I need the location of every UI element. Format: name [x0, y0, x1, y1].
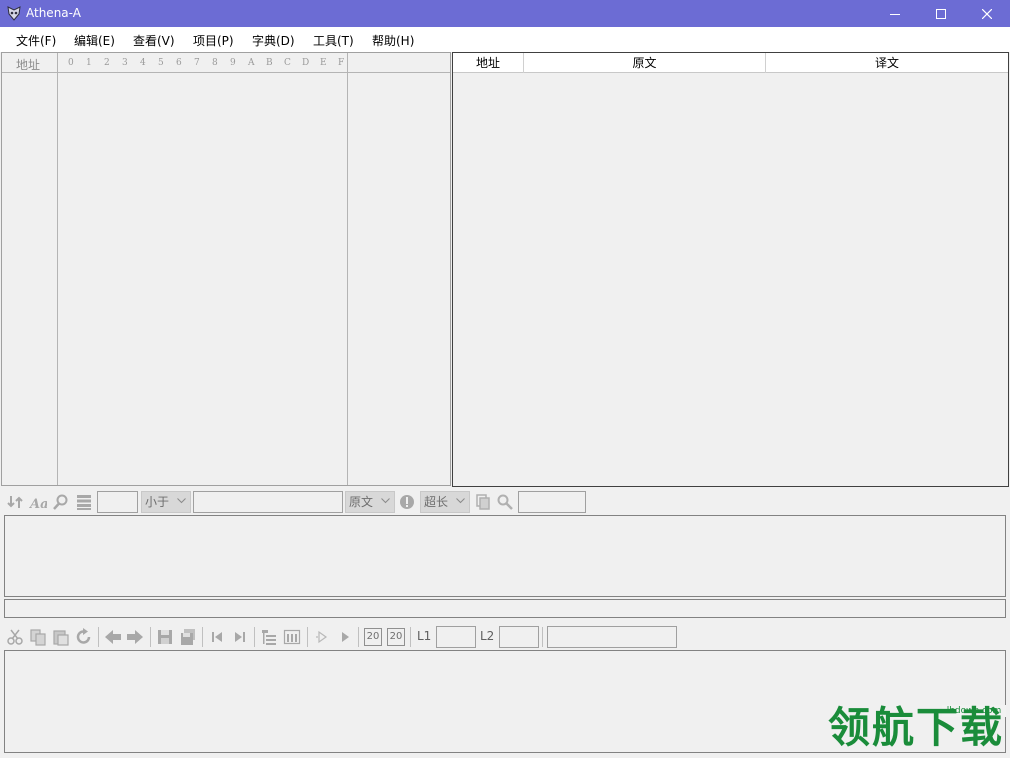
menu-dictionary[interactable]: 字典(D)	[252, 32, 295, 49]
play-icon[interactable]	[336, 628, 354, 646]
copy-icon[interactable]	[474, 493, 492, 511]
hex-digit: 1	[86, 58, 92, 68]
column-address[interactable]: 地址	[453, 53, 524, 73]
hex-digit: 7	[194, 58, 200, 68]
chevron-down-icon	[381, 498, 390, 504]
hex-header: 地址 0 1 2 3 4 5 6 7 8 9 A B C D E F	[2, 53, 450, 73]
last-icon[interactable]	[231, 628, 249, 646]
menu-file[interactable]: 文件(F)	[16, 32, 56, 49]
menu-help[interactable]: 帮助(H)	[372, 32, 414, 49]
compare-select[interactable]: 小于	[141, 491, 191, 513]
title-bar: Athena-A	[0, 0, 1010, 27]
toolbar-separator	[410, 627, 411, 647]
tree-icon[interactable]	[260, 628, 278, 646]
column-original[interactable]: 原文	[524, 53, 766, 73]
hex-digit: 5	[158, 58, 164, 68]
search-count-field[interactable]	[97, 491, 138, 513]
save-all-icon[interactable]	[179, 628, 197, 646]
l1-label: L1	[417, 629, 432, 643]
toolbar-separator	[358, 627, 359, 647]
font-icon[interactable]: Aa	[29, 493, 47, 511]
hex-digit: E	[320, 58, 327, 68]
hex-digit: F	[338, 58, 345, 68]
original-text-panel[interactable]	[4, 515, 1006, 597]
maximize-icon	[936, 8, 946, 19]
menu-edit[interactable]: 编辑(E)	[74, 32, 115, 49]
l2-label: L2	[480, 629, 495, 643]
format-button-a[interactable]: 20	[364, 628, 382, 646]
translation-table-header: 地址 原文 译文	[453, 53, 1008, 73]
hex-digit: C	[284, 58, 291, 68]
l1-field[interactable]	[436, 626, 476, 648]
hex-digit: 4	[140, 58, 146, 68]
search-icon[interactable]	[52, 493, 70, 511]
hex-digit: D	[302, 58, 310, 68]
hex-digit: 6	[176, 58, 182, 68]
play-outline-icon[interactable]	[313, 628, 331, 646]
toolbar-separator	[150, 627, 151, 647]
compare-select-value: 小于	[145, 495, 170, 509]
toolbar-separator	[98, 627, 99, 647]
minimize-button[interactable]	[872, 0, 918, 27]
toolbar-separator	[254, 627, 255, 647]
copy-icon[interactable]	[29, 628, 47, 646]
hex-view-pane[interactable]: 地址 0 1 2 3 4 5 6 7 8 9 A B C D E F	[1, 52, 451, 486]
columns-icon[interactable]	[283, 628, 301, 646]
chevron-down-icon	[177, 498, 186, 504]
close-icon	[982, 8, 992, 19]
chevron-down-icon	[456, 498, 465, 504]
arrow-right-icon[interactable]	[126, 628, 144, 646]
menu-project[interactable]: 项目(P)	[193, 32, 234, 49]
field-select-value: 原文	[349, 495, 374, 509]
hex-ascii-divider	[347, 53, 348, 485]
hex-digit: 9	[230, 58, 236, 68]
hex-digit: 8	[212, 58, 218, 68]
hex-digit: B	[266, 58, 273, 68]
status-field[interactable]	[547, 626, 677, 648]
paste-icon[interactable]	[52, 628, 70, 646]
close-button[interactable]	[964, 0, 1010, 27]
watermark-logo: 领航下载	[828, 703, 1005, 752]
field-select[interactable]: 原文	[345, 491, 395, 513]
svg-text:Aa: Aa	[29, 497, 47, 511]
original-info-bar	[4, 599, 1006, 618]
toolbar-separator	[202, 627, 203, 647]
hex-digit: 3	[122, 58, 128, 68]
first-icon[interactable]	[208, 628, 226, 646]
refresh-icon[interactable]	[6, 493, 24, 511]
menu-bar: 文件(F) 编辑(E) 查看(V) 项目(P) 字典(D) 工具(T) 帮助(H…	[0, 27, 1010, 52]
hex-address-header: 地址	[16, 58, 41, 72]
find-icon[interactable]	[496, 493, 514, 511]
hex-digit: 2	[104, 58, 110, 68]
toolbar-separator	[542, 627, 543, 647]
length-select[interactable]: 超长	[420, 491, 470, 513]
athena-app-icon	[7, 6, 21, 21]
translation-table-pane[interactable]: 地址 原文 译文	[452, 52, 1009, 487]
search-text-input[interactable]	[193, 491, 343, 513]
column-translation[interactable]: 译文	[766, 53, 1008, 73]
minimize-icon	[890, 13, 900, 15]
arrow-left-icon[interactable]	[104, 628, 122, 646]
hex-digit: A	[248, 58, 255, 68]
toolbar-separator	[307, 627, 308, 647]
list-icon[interactable]	[75, 493, 93, 511]
l2-field[interactable]	[499, 626, 539, 648]
length-select-value: 超长	[424, 495, 449, 509]
cut-icon[interactable]	[6, 628, 24, 646]
window-title: Athena-A	[26, 6, 81, 20]
redo-icon[interactable]	[75, 628, 93, 646]
format-button-b[interactable]: 20	[387, 628, 405, 646]
maximize-button[interactable]	[918, 0, 964, 27]
search-result-field[interactable]	[518, 491, 586, 513]
hex-digit: 0	[68, 58, 74, 68]
info-icon[interactable]	[398, 493, 416, 511]
menu-tools[interactable]: 工具(T)	[313, 32, 354, 49]
menu-view[interactable]: 查看(V)	[133, 32, 175, 49]
save-icon[interactable]	[156, 628, 174, 646]
hex-address-divider	[57, 53, 58, 485]
